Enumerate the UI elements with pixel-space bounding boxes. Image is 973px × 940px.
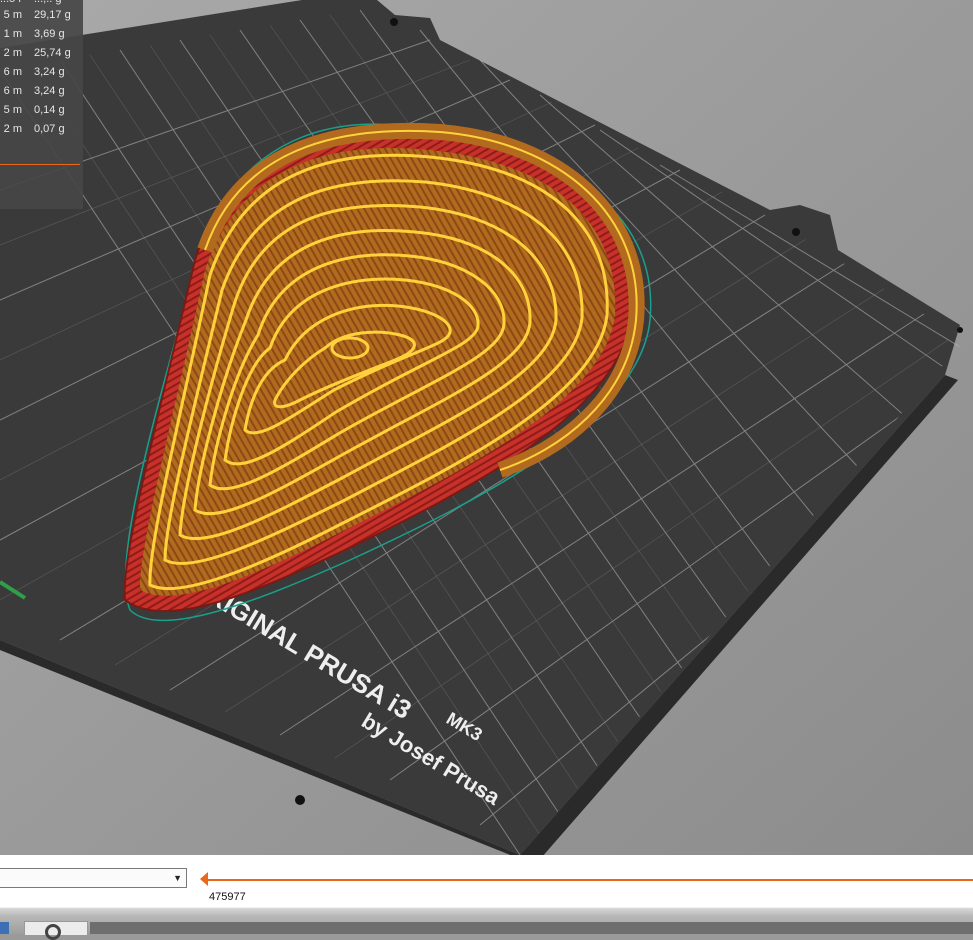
legend-weight: 0,14 g bbox=[34, 104, 65, 116]
legend-weight: 3,69 g bbox=[34, 28, 65, 40]
legend-length: 2 m bbox=[3, 47, 22, 59]
legend-row: 5 m 29,17 g bbox=[0, 6, 83, 25]
chevron-down-icon[interactable]: ▼ bbox=[173, 873, 182, 883]
legend-length: 5 m bbox=[3, 104, 22, 116]
filament-legend-panel: ...5 m ...,.. g 5 m 29,17 g 1 m 3,69 g 2… bbox=[0, 0, 83, 209]
legend-row: 2 m 0,07 g bbox=[0, 120, 83, 139]
bottom-control-bar: ▼ 475977 bbox=[0, 855, 973, 907]
legend-length: 6 m bbox=[3, 66, 22, 78]
legend-row: 6 m 3,24 g bbox=[0, 63, 83, 82]
legend-row: 2 m 25,74 g bbox=[0, 44, 83, 63]
legend-length: 5 m bbox=[3, 9, 22, 21]
legend-weight: 29,17 g bbox=[34, 9, 71, 21]
legend-weight: 25,74 g bbox=[34, 47, 71, 59]
legend-weight: 0,07 g bbox=[34, 123, 65, 135]
legend-length: 2 m bbox=[3, 123, 22, 135]
legend-length: 1 m bbox=[3, 28, 22, 40]
legend-row: 1 m 3,69 g bbox=[0, 25, 83, 44]
legend-row: 6 m 3,24 g bbox=[0, 82, 83, 101]
taskbar bbox=[0, 907, 973, 940]
horizontal-slider-thumb[interactable] bbox=[200, 872, 208, 886]
app-circle-icon bbox=[45, 924, 61, 940]
taskbar-area bbox=[90, 922, 973, 934]
legend-row: 5 m 0,14 g bbox=[0, 101, 83, 120]
legend-weight: 3,24 g bbox=[34, 85, 65, 97]
horizontal-slider-value: 475977 bbox=[209, 891, 246, 903]
view-type-select[interactable]: ▼ bbox=[0, 868, 187, 888]
3d-viewport[interactable]: RIGINAL PRUSA i3 MK3 by Josef Prusa bbox=[0, 0, 973, 855]
taskbar-app-icon[interactable] bbox=[0, 922, 9, 934]
horizontal-slider-track[interactable] bbox=[208, 879, 973, 881]
legend-length: 6 m bbox=[3, 85, 22, 97]
legend-divider bbox=[0, 164, 80, 165]
legend-weight: 3,24 g bbox=[34, 66, 65, 78]
